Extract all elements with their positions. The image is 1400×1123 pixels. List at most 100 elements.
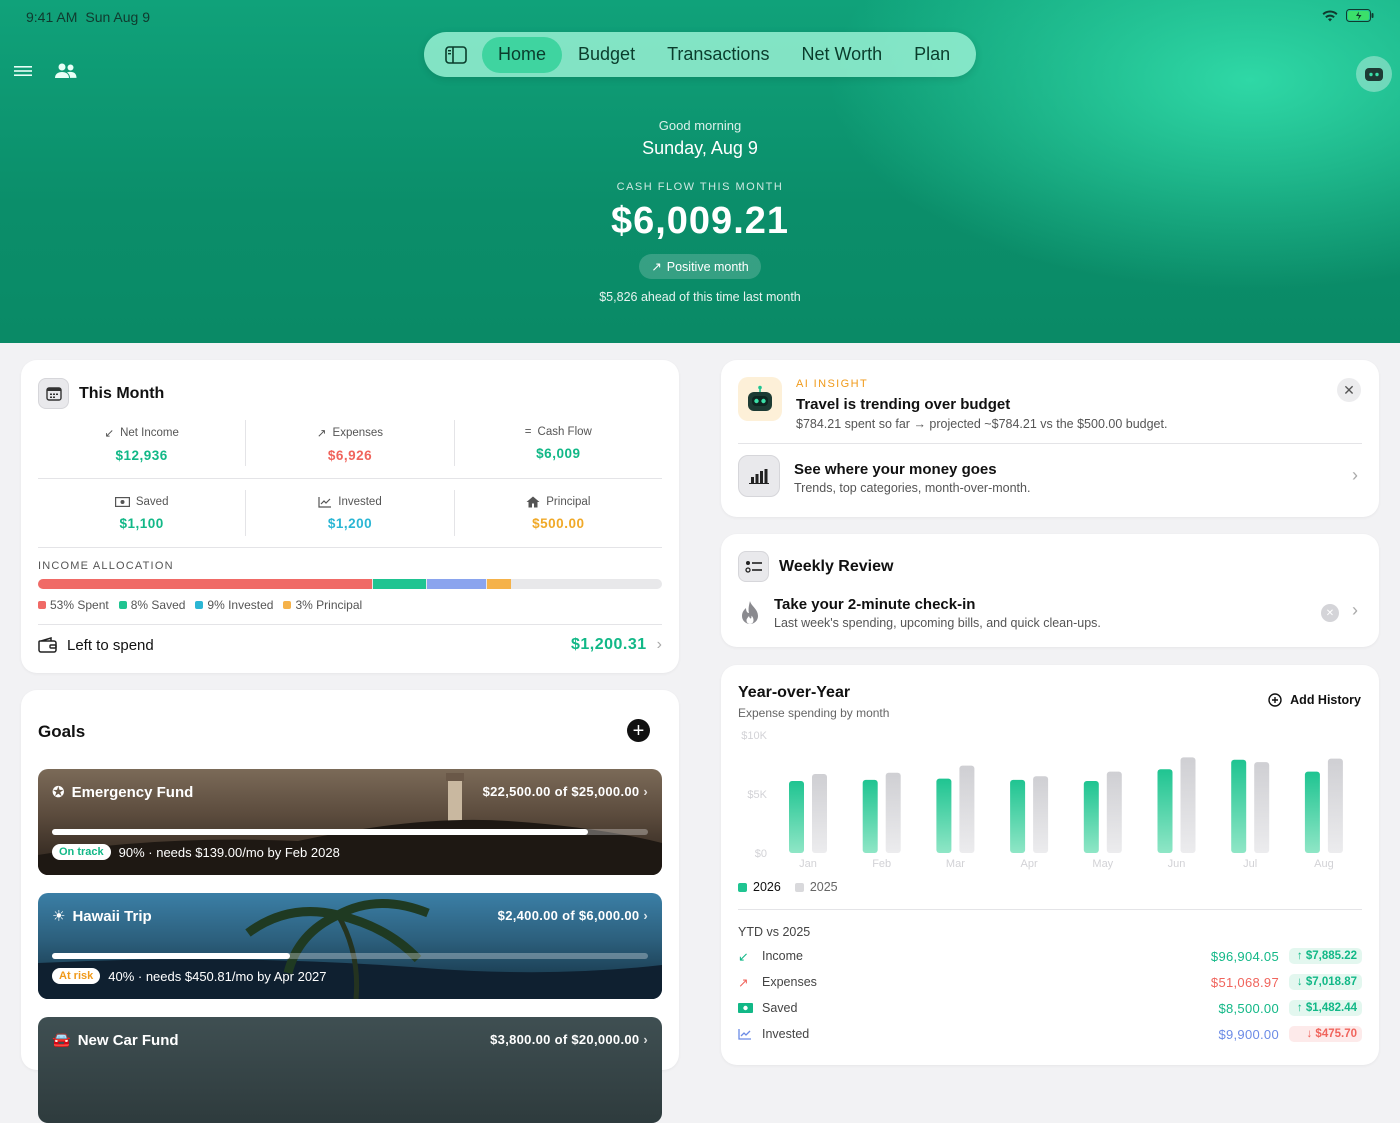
chevron-right-icon: › <box>643 1032 648 1047</box>
tab-budget[interactable]: Budget <box>562 37 651 73</box>
stat-label: Expenses <box>332 427 384 439</box>
dismiss-checkin-button[interactable]: ✕ <box>1321 604 1339 622</box>
goal-hawaii-trip[interactable]: ☀ Hawaii Trip $2,400.00 of $6,000.00 › At… <box>38 893 662 999</box>
legend-label: 2025 <box>809 880 838 894</box>
bar-2026-jul[interactable] <box>1231 759 1247 853</box>
tab-transactions[interactable]: Transactions <box>651 37 785 73</box>
add-goal-button[interactable]: + <box>627 719 650 742</box>
bar-2026-jun[interactable] <box>1157 769 1173 853</box>
bar-2026-apr[interactable] <box>1010 779 1026 853</box>
plus-icon: + <box>632 719 645 742</box>
positive-month-label: Positive month <box>666 259 749 274</box>
close-icon: ✕ <box>1343 381 1355 398</box>
stat-net-income[interactable]: ↙ Net Income $12,936 <box>38 420 247 466</box>
allocation-segment <box>38 579 372 589</box>
x-tick-label: Jun <box>1168 858 1186 870</box>
ytd-value: $96,904.05 <box>1210 948 1279 964</box>
legend-principal: 3% Principal <box>283 598 362 612</box>
bar-2025-apr[interactable] <box>1033 776 1049 853</box>
spending-link-subtitle: Trends, top categories, month-over-month… <box>794 481 1031 495</box>
ytd-row-invested[interactable]: Invested $9,900.00 ↓ $475.70 <box>738 1023 1362 1045</box>
goal-emergency-fund[interactable]: ✪ Emergency Fund $22,500.00 of $25,000.00… <box>38 769 662 875</box>
ytd-label: Invested <box>762 1027 810 1041</box>
left-to-spend-value: $1,200.31 <box>570 636 647 653</box>
this-month-title: This Month <box>79 384 165 402</box>
tab-net-worth[interactable]: Net Worth <box>785 37 898 73</box>
bar-2025-aug[interactable] <box>1327 758 1343 853</box>
bar-2025-may[interactable] <box>1106 771 1122 853</box>
legend-2026: 2026 <box>738 880 781 894</box>
divider <box>738 443 1362 444</box>
goals-card: Goals + ✪ Emergency Fund $22,500.00 of $2… <box>21 690 679 1123</box>
y-tick-label: $10K <box>741 730 767 742</box>
stat-label: Net Income <box>120 427 179 439</box>
stat-invested[interactable]: Invested $1,200 <box>246 490 455 536</box>
y-tick-label: $5K <box>747 789 767 801</box>
divider <box>738 909 1362 910</box>
spending-insights-link[interactable]: See where your money goes Trends, top ca… <box>738 455 1362 499</box>
stat-principal[interactable]: Principal $500.00 <box>455 490 662 536</box>
stat-label: Saved <box>135 496 169 508</box>
robot-icon <box>738 377 782 421</box>
dismiss-insight-button[interactable]: ✕ <box>1337 378 1361 402</box>
ytd-row-income[interactable]: ↙ Income $96,904.05 ↑ $7,885.22 <box>738 945 1362 967</box>
chevron-right-icon: › <box>1352 465 1358 485</box>
ytd-row-saved[interactable]: Saved $8,500.00 ↑ $1,482.44 <box>738 997 1362 1019</box>
stat-value: $1,200 <box>327 516 373 531</box>
bar-2025-mar[interactable] <box>959 765 975 853</box>
goal-progress-fill <box>52 953 291 959</box>
bar-chart-icon <box>738 455 780 497</box>
x-tick-label: Mar <box>946 858 965 870</box>
weekly-checkin-row[interactable]: Take your 2-minute check-in Last week's … <box>738 596 1362 636</box>
weekly-review-card: Weekly Review Take your 2-minute check-i… <box>721 534 1379 647</box>
status-time: 9:41 AM <box>26 9 78 25</box>
ai-assistant-button[interactable] <box>1356 56 1392 92</box>
household-users-icon[interactable] <box>54 62 78 80</box>
weekly-review-title: Weekly Review <box>779 557 894 575</box>
goal-footer: At risk 40% · needs $450.81/mo by Apr 202… <box>52 968 327 984</box>
add-history-button[interactable]: Add History <box>1268 693 1361 707</box>
income-allocation-legend: 53% Spent 8% Saved 9% Invested 3% Princi… <box>38 598 362 612</box>
top-left-toolbar <box>14 62 78 80</box>
positive-month-badge: ↗ Positive month <box>639 254 761 279</box>
yoy-title: Year-over-Year <box>738 684 851 701</box>
bar-2026-aug[interactable] <box>1304 771 1320 853</box>
x-tick-label: Aug <box>1314 858 1334 870</box>
x-tick-label: Apr <box>1021 858 1038 870</box>
car-icon: 🚘 <box>52 1032 71 1049</box>
stat-cash-flow[interactable]: = Cash Flow $6,009 <box>455 420 662 466</box>
bar-2025-jan[interactable] <box>812 773 827 853</box>
bar-2026-may[interactable] <box>1083 781 1099 853</box>
cash-icon <box>738 1003 762 1013</box>
bar-2025-jul[interactable] <box>1254 762 1270 853</box>
goal-new-car-fund[interactable]: 🚘 New Car Fund $3,800.00 of $20,000.00 › <box>38 1017 662 1123</box>
bar-2025-jun[interactable] <box>1180 757 1196 853</box>
sidebar-toggle-button[interactable] <box>430 37 482 73</box>
legend-label: 9% Invested <box>207 598 274 612</box>
stat-label: Cash Flow <box>537 426 592 438</box>
ytd-row-expenses[interactable]: ↗ Expenses $51,068.97 ↓ $7,018.87 <box>738 971 1362 993</box>
tab-plan[interactable]: Plan <box>898 37 966 73</box>
arrow-up-right-icon: ↗ <box>651 260 662 274</box>
ytd-delta: ↓ $475.70 <box>1289 1026 1362 1042</box>
y-tick-label: $0 <box>755 848 767 860</box>
legend-label: 3% Principal <box>295 598 363 612</box>
bar-2025-feb[interactable] <box>885 772 901 853</box>
bar-2026-feb[interactable] <box>862 779 878 853</box>
stat-saved[interactable]: Saved $1,100 <box>38 490 247 536</box>
spending-link-title: See where your money goes <box>794 461 997 478</box>
left-to-spend-row[interactable]: Left to spend $1,200.31 › <box>38 636 662 654</box>
goal-amount-text: $2,400.00 of $6,000.00 <box>497 908 640 923</box>
cashflow-value: $6,009.21 <box>610 200 790 242</box>
ytd-title: YTD vs 2025 <box>738 925 811 939</box>
goal-amount: $3,800.00 of $20,000.00 › <box>490 1032 648 1047</box>
stat-label: Invested <box>338 496 382 508</box>
bar-2026-jan[interactable] <box>789 781 804 853</box>
stat-value: $6,009 <box>536 446 581 461</box>
tab-home[interactable]: Home <box>482 36 563 73</box>
stat-expenses[interactable]: ↗ Expenses $6,926 <box>246 420 455 466</box>
menu-icon[interactable] <box>14 64 34 78</box>
goal-name: Emergency Fund <box>71 783 194 801</box>
bar-2026-mar[interactable] <box>936 778 952 853</box>
cashflow-comparison: $5,826 ahead of this time last month <box>599 290 801 304</box>
